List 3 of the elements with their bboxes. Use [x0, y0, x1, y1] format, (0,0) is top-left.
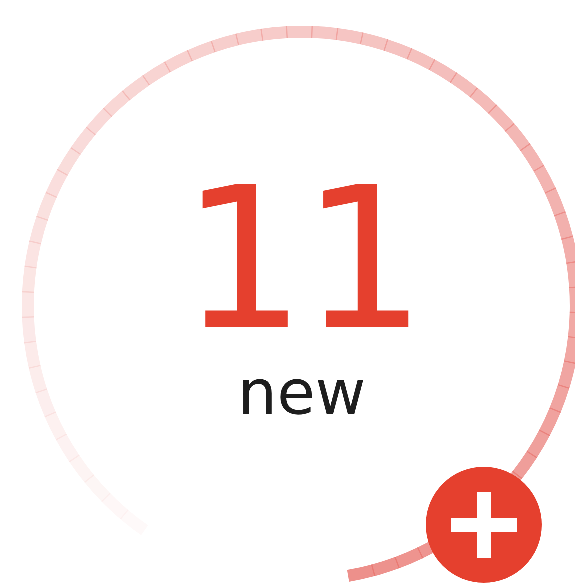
new-count: 11	[181, 168, 423, 352]
plus-icon	[451, 492, 517, 558]
new-label: new	[238, 358, 366, 428]
